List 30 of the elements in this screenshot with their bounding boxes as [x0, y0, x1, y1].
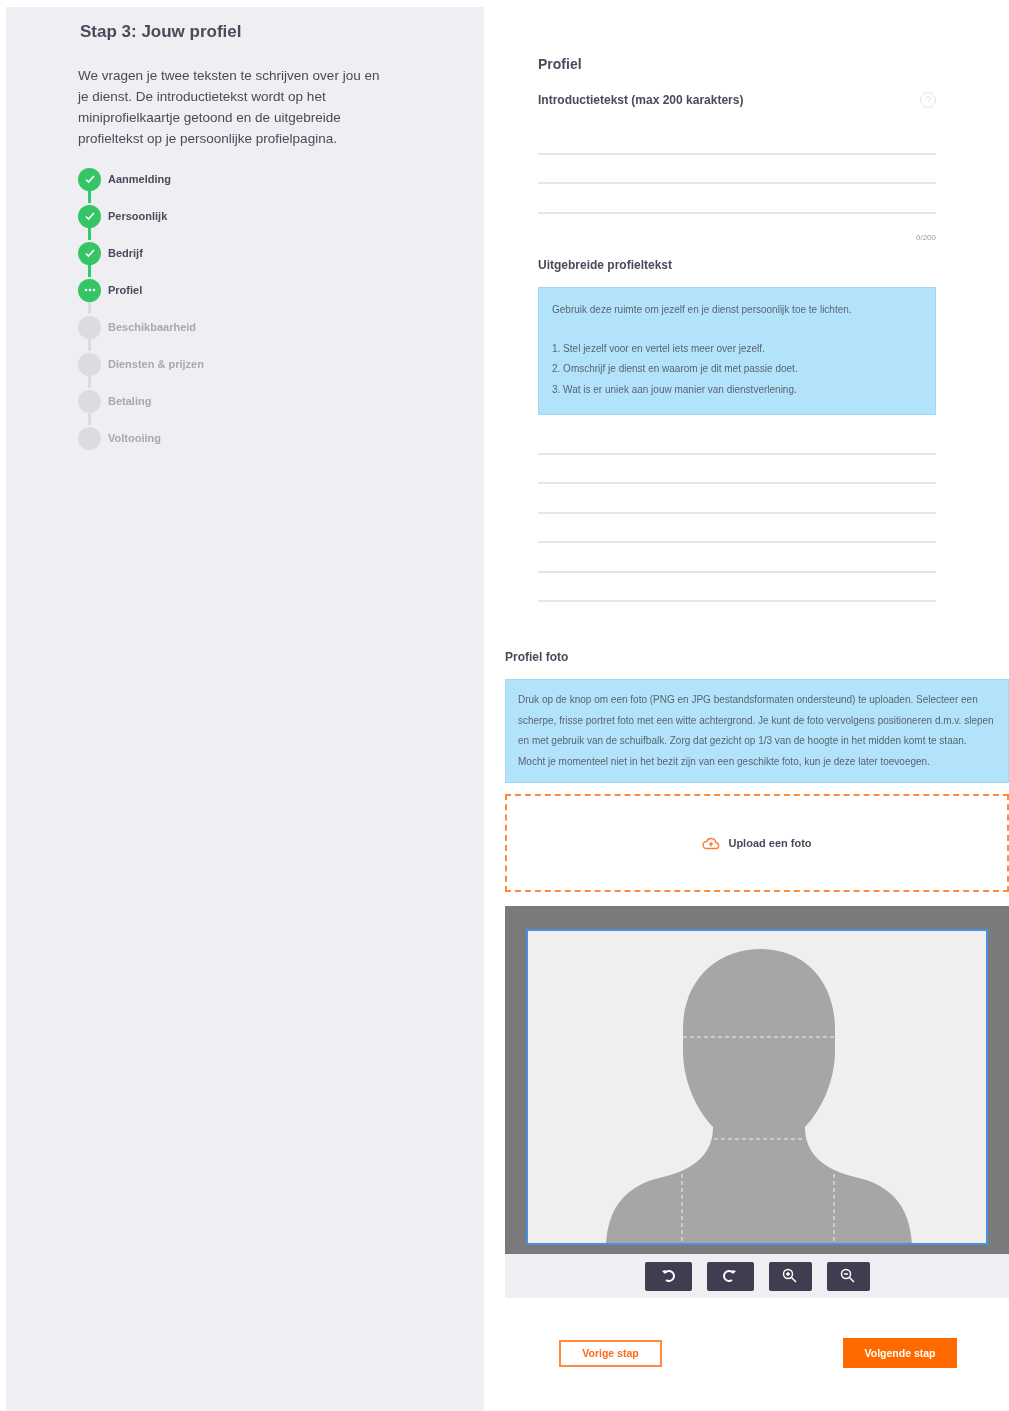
section-heading: Profiel foto [505, 649, 570, 666]
hint-text: Gebruik deze ruimte om jezelf en je dienst persoonlijk toe te lichten. [552, 302, 853, 317]
step-label[interactable]: Beschikbaarheid [108, 318, 197, 336]
upload-label: Upload een foto [728, 836, 812, 852]
next-step-button[interactable]: Volgende stap [843, 1338, 957, 1369]
character-counter: 0/200 [915, 231, 936, 244]
image-cropper[interactable] [505, 906, 1009, 1255]
step-label[interactable]: Voltooiing [108, 429, 161, 447]
step-label[interactable]: Betaling [108, 392, 152, 410]
zoom-in-icon[interactable] [768, 1261, 812, 1291]
step-label[interactable]: Profiel [108, 281, 143, 299]
hint-point: 2. Omschrijf je dienst en waarom je dit met passie doet. [552, 362, 799, 376]
field-label: Uitgebreide profieltekst [538, 256, 674, 274]
cloud-upload-icon [702, 836, 721, 851]
rotate-left-icon[interactable] [644, 1261, 692, 1291]
step-label[interactable]: Persoonlijk [108, 207, 168, 225]
rotate-right-icon[interactable] [706, 1261, 754, 1291]
info-box: Druk op de knop om een foto (PNG en JPG bestandsformaten ondersteund) te uploaden. Selecteer een scherpe, frisse portret foto met een witte achtergrond. Je kunt de foto vervolgens positioneren d.m.v. slepen en met gebruik van de schuifbalk. Zorg dat gezicht op 1/3 van de hoogte in het midden komt te staan. Mocht je momenteel niet in het bezit zijn van een geschikte foto, kun je deze later toevoegen. [505, 679, 1009, 784]
field-label: Introductietekst (max 200 karakters) [538, 92, 744, 109]
step-title: Stap 3: Jouw profiel [80, 21, 243, 43]
upload-dropzone[interactable]: Upload een foto [505, 794, 1009, 893]
step-label[interactable]: Diensten & prijzen [108, 355, 204, 373]
section-heading: Profiel [538, 55, 583, 74]
intro-paragraph: We vragen je twee teksten te schrijven over jou en je dienst. De introductietekst wordt op het miniprofielkaartje getoond en de uitgebreide profieltekst op je persoonlijke profielpagina. [78, 66, 381, 148]
previous-step-button[interactable]: Vorige stap [559, 1339, 662, 1367]
zoom-out-icon[interactable] [826, 1261, 870, 1291]
hint-point: 3. Wat is er uniek aan jouw manier van dienstverlening. [552, 382, 798, 397]
step-label[interactable]: Aanmelding [108, 170, 171, 188]
hint-point: 1. Stel jezelf voor en vertel iets meer over jezelf. [552, 341, 766, 356]
step-label[interactable]: Bedrijf [108, 244, 143, 262]
